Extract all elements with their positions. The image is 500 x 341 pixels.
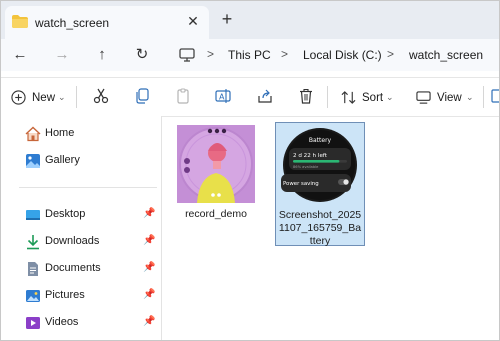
delete-icon[interactable]: [298, 88, 314, 104]
sidebar-item-pictures[interactable]: Pictures 📌: [25, 287, 155, 305]
file-name: Screenshot_20251107_165759_Battery: [278, 209, 362, 247]
gallery-icon: [26, 154, 40, 168]
power-saving-label: Power saving: [283, 181, 319, 187]
pin-icon[interactable]: 📌: [143, 316, 155, 327]
tab-strip: watch_screen ✕ +: [1, 1, 499, 39]
chevron-down-icon: ⌄: [466, 92, 474, 102]
sidebar-item-desktop[interactable]: Desktop 📌: [25, 206, 155, 224]
sidebar-item-gallery[interactable]: Gallery: [25, 152, 155, 170]
video-thumbnail: [177, 125, 255, 203]
sidebar-divider: [19, 187, 157, 188]
breadcrumb-watch-screen[interactable]: watch_screen: [409, 48, 483, 62]
sidebar-item-downloads[interactable]: Downloads 📌: [25, 233, 155, 251]
sidebar-item-label: Downloads: [45, 235, 100, 247]
arrow-right-icon[interactable]: →: [51, 45, 73, 65]
home-icon: [25, 126, 41, 142]
chevron-right-icon: >: [387, 47, 395, 61]
chevron-down-icon: ⌄: [386, 92, 394, 102]
rename-icon[interactable]: A: [215, 88, 231, 104]
address-bar[interactable]: > This PC > Local Disk (C:) > watch_scre…: [171, 41, 499, 69]
sidebar-item-label: Desktop: [45, 208, 86, 220]
file-list: record_demo Battery 2 d 22 h left 86% av…: [162, 116, 499, 340]
tab-title: watch_screen: [35, 16, 110, 30]
pin-icon[interactable]: 📌: [143, 235, 155, 246]
desktop-icon: [26, 210, 40, 220]
folder-icon: [12, 15, 28, 28]
battery-time-left: 2 d 22 h left: [293, 153, 328, 159]
view-button[interactable]: View ⌄: [416, 88, 476, 108]
sidebar-item-home[interactable]: Home: [25, 125, 155, 143]
plus-icon[interactable]: +: [219, 10, 235, 28]
download-icon: [27, 235, 39, 250]
sidebar-item-label: Videos: [45, 316, 79, 328]
cut-icon[interactable]: [93, 88, 109, 104]
paste-icon[interactable]: [175, 88, 191, 104]
command-bar: New ⌄ A Sort ⌄ View ⌄: [1, 77, 499, 117]
navigation-pane: Home Gallery Desktop 📌 Downloads 📌 Docum…: [1, 116, 162, 340]
toolbar-divider: [483, 86, 484, 108]
computer-icon: [179, 48, 195, 62]
close-icon[interactable]: ✕: [185, 13, 201, 29]
new-label: New: [32, 92, 56, 104]
pictures-icon: [26, 290, 40, 302]
sidebar-item-label: Gallery: [45, 154, 80, 166]
chevron-right-icon: >: [207, 47, 215, 61]
battery-available: 86% available: [293, 165, 319, 169]
file-explorer-window: watch_screen ✕ + ← → ↑ ↻ > This PC > Loc…: [0, 0, 500, 341]
breadcrumb-local-disk[interactable]: Local Disk (C:): [303, 48, 382, 62]
videos-icon: [26, 317, 40, 329]
sort-button[interactable]: Sort ⌄: [341, 88, 397, 108]
documents-icon: [28, 262, 38, 276]
view-icon: [416, 91, 431, 104]
plus-circle-icon: [11, 90, 26, 105]
sidebar-item-label: Pictures: [45, 289, 85, 301]
tab-watch-screen[interactable]: watch_screen ✕: [5, 6, 209, 39]
sidebar-item-label: Home: [45, 127, 75, 139]
copy-icon[interactable]: [134, 88, 150, 104]
pin-icon[interactable]: 📌: [143, 208, 155, 219]
battery-level-bar: [293, 160, 340, 163]
toolbar-divider: [76, 86, 77, 108]
sidebar-item-videos[interactable]: Videos 📌: [25, 314, 155, 332]
file-name: record_demo: [185, 208, 247, 220]
file-item-screenshot[interactable]: Battery 2 d 22 h left 86% available Powe…: [275, 122, 365, 247]
sort-label: Sort: [362, 92, 384, 104]
refresh-icon[interactable]: ↻: [131, 45, 153, 65]
watch-title: Battery: [309, 137, 332, 144]
sort-icon: [341, 91, 356, 104]
sidebar-item-documents[interactable]: Documents 📌: [25, 260, 155, 278]
file-item-record-demo[interactable]: record_demo: [172, 122, 260, 244]
new-button[interactable]: New ⌄: [11, 88, 67, 108]
view-label: View: [437, 92, 462, 104]
pin-icon[interactable]: 📌: [143, 262, 155, 273]
svg-text:A: A: [219, 93, 225, 102]
arrow-left-icon[interactable]: ←: [9, 45, 31, 65]
pin-icon[interactable]: 📌: [143, 289, 155, 300]
chevron-right-icon: >: [281, 47, 289, 61]
sidebar-item-label: Documents: [45, 262, 101, 274]
chevron-down-icon: ⌄: [58, 92, 66, 102]
navigation-bar: ← → ↑ ↻ > This PC > Local Disk (C:) > wa…: [1, 39, 499, 71]
breadcrumb-this-pc[interactable]: This PC: [228, 48, 271, 62]
share-icon[interactable]: [257, 88, 273, 104]
arrow-up-icon[interactable]: ↑: [91, 45, 113, 65]
toolbar-divider: [327, 86, 328, 108]
watch-battery-thumbnail: Battery 2 d 22 h left 86% available Powe…: [281, 126, 359, 204]
more-icon[interactable]: [491, 88, 500, 104]
